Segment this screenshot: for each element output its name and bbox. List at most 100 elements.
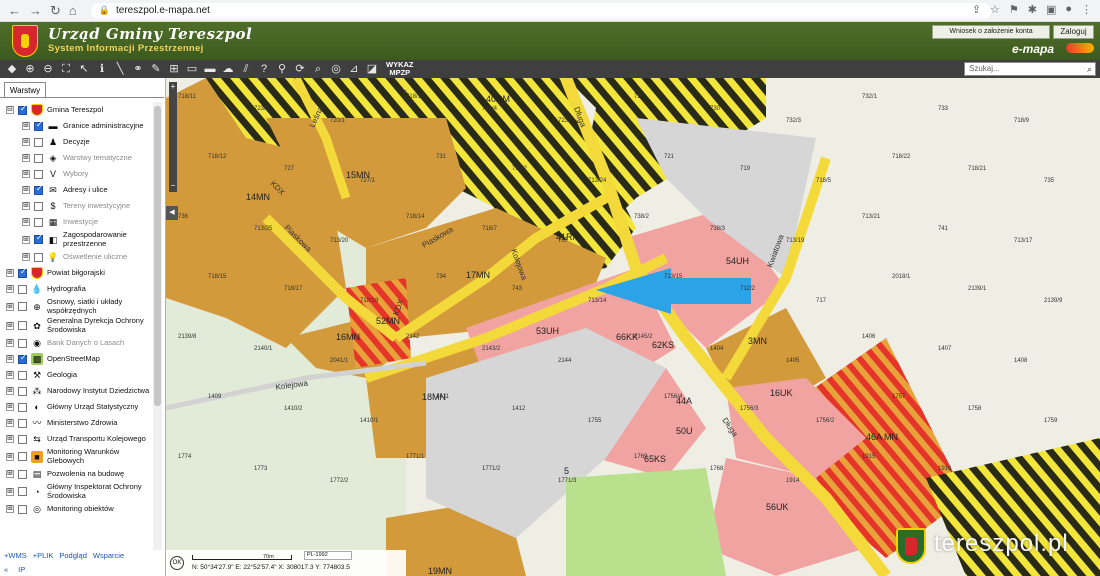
search-map-icon[interactable]: ⌕ (310, 61, 326, 77)
zoom-out-icon[interactable]: ⊖ (40, 61, 56, 77)
layer-row[interactable]: ⊞ ⚒ Geologia (0, 367, 152, 383)
wykaz-mpzp-button[interactable]: WYKAZ MPZP (386, 61, 414, 77)
expand-toggle-icon[interactable]: ⊞ (22, 154, 30, 162)
layer-checkbox[interactable] (18, 504, 27, 514)
bookmark-star-icon[interactable]: ☆ (990, 3, 1000, 16)
layer-checkbox[interactable] (18, 452, 27, 461)
layer-checkbox[interactable] (18, 469, 27, 479)
address-bar[interactable]: 🔒 tereszpol.e-mapa.net (90, 2, 991, 19)
layer-row[interactable]: ⊞ 〰 Ministerstwo Zdrowia (0, 415, 152, 431)
layer-row[interactable]: ⊞ ⇆ Urząd Transportu Kolejowego (0, 431, 152, 447)
scrollbar-thumb[interactable] (154, 106, 161, 406)
layer-row[interactable]: ⊞ ■ Monitoring Warunków Glebowych (0, 447, 152, 466)
expand-toggle-icon[interactable]: ⊞ (22, 202, 30, 210)
layers-icon[interactable]: ◆ (4, 61, 20, 77)
expand-toggle-icon[interactable]: ⊞ (6, 387, 14, 395)
layer-row[interactable]: ⊞ ▬ Granice administracyjne (0, 118, 152, 134)
layer-row[interactable]: ⊞ ◧ Zagospodarowanie przestrzenne (0, 230, 152, 249)
layer-checkbox[interactable] (18, 386, 27, 396)
expand-toggle-icon[interactable]: ⊞ (6, 452, 14, 461)
layer-row[interactable]: ⊞ ✉ Adresy i ulice (0, 182, 152, 198)
location-pin-icon[interactable]: ⚲ (274, 61, 290, 77)
expand-toggle-icon[interactable]: ⊞ (22, 235, 30, 244)
layer-checkbox[interactable] (34, 153, 43, 163)
layer-checkbox[interactable] (34, 217, 43, 227)
layer-checkbox[interactable] (34, 201, 43, 211)
zoom-track[interactable] (169, 91, 177, 181)
sidepanel-icon[interactable]: ▣ (1046, 3, 1056, 16)
zoom-in-icon[interactable]: ⊕ (22, 61, 38, 77)
expand-toggle-icon[interactable]: ⊞ (6, 505, 14, 513)
layer-checkbox[interactable] (18, 418, 27, 428)
layer-checkbox[interactable] (18, 321, 27, 330)
layer-checkbox[interactable] (18, 402, 27, 412)
share-icon[interactable]: ⇪ (972, 3, 981, 16)
crs-select[interactable]: PL-1992 (304, 551, 352, 560)
layer-row[interactable]: ⊞ ◈ Warstwy tematyczne (0, 150, 152, 166)
full-extent-icon[interactable]: ⛶ (58, 61, 74, 77)
layer-row[interactable]: ⊞ 💡 Oświetlenie uliczne (0, 249, 152, 265)
expand-toggle-icon[interactable]: ⊞ (6, 419, 14, 427)
map-view[interactable]: 40RM 15MN 14MN 17MN 41RM 52MN 16MN 53UH 66KK 62KS… (166, 78, 1100, 576)
layer-checkbox[interactable] (18, 302, 27, 311)
request-account-button[interactable]: Wniosek o założenie konta (932, 25, 1050, 39)
layer-checkbox[interactable] (18, 487, 27, 496)
expand-toggle-icon[interactable]: ⊞ (22, 170, 30, 178)
expand-toggle-icon[interactable]: ⊞ (6, 371, 14, 379)
back-icon[interactable]: ← (8, 3, 21, 19)
extensions-icon[interactable]: ✱ (1028, 3, 1037, 16)
kebab-menu-icon[interactable]: ⋮ (1081, 3, 1092, 16)
zoom-out-button[interactable]: − (169, 181, 177, 190)
expand-toggle-icon[interactable]: ⊞ (6, 487, 14, 496)
zoom-in-button[interactable]: + (169, 82, 177, 91)
layer-checkbox[interactable] (18, 267, 27, 278)
footer-link[interactable]: +WMS (4, 551, 27, 560)
map-canvas[interactable]: 40RM15MN14MN17MN41RM52MN16MN53UH66KK62KS… (166, 78, 1100, 576)
magnifier-icon[interactable]: ⌕ (1087, 63, 1092, 75)
footer-link[interactable]: IP (18, 565, 25, 574)
cloud-icon[interactable]: ☁ (220, 61, 236, 77)
layer-checkbox[interactable] (18, 284, 27, 294)
layer-row[interactable]: ⊞ ◔ Główny Inspektorat Ochrony Środowiska (0, 482, 152, 501)
collapse-panel-button[interactable]: ◀ (166, 206, 178, 220)
layer-checkbox[interactable] (18, 434, 27, 444)
expand-toggle-icon[interactable]: ⊞ (6, 355, 14, 363)
layer-row[interactable]: ⊞ ▩ OpenStreetMap (0, 351, 152, 367)
layer-checkbox[interactable] (34, 137, 43, 147)
layer-row[interactable]: ⊞ 💧 Hydrografia (0, 281, 152, 297)
layer-checkbox[interactable] (34, 169, 43, 179)
panel-icon[interactable]: ▬ (202, 61, 218, 77)
help-icon[interactable]: ? (256, 61, 272, 77)
link-icon[interactable]: ⚭ (130, 61, 146, 77)
layer-checkbox[interactable] (34, 252, 43, 262)
zoom-slider[interactable]: + − (169, 82, 177, 192)
tab-layers[interactable]: Warstwy (4, 82, 46, 98)
layer-checkbox[interactable] (34, 120, 43, 131)
expand-toggle-icon[interactable]: ⊞ (22, 186, 30, 194)
layer-row[interactable]: ⊞ Powiat biłgorajski (0, 265, 152, 281)
layer-checkbox[interactable] (18, 370, 27, 380)
expand-toggle-icon[interactable]: ⊞ (6, 339, 14, 347)
expand-toggle-icon[interactable]: ⊞ (22, 253, 30, 261)
footer-link[interactable]: Podgląd (59, 551, 87, 560)
expand-toggle-icon[interactable]: ⊞ (22, 218, 30, 226)
layer-checkbox[interactable] (18, 353, 27, 364)
layer-tree-scrollbar[interactable] (153, 102, 162, 550)
triangle-icon[interactable]: ⊿ (346, 61, 362, 77)
home-icon[interactable]: ⌂ (69, 3, 77, 19)
expand-toggle-icon[interactable]: ⊞ (6, 470, 14, 478)
no-entry-icon[interactable]: ◪ (364, 61, 380, 77)
expand-toggle-icon[interactable]: ⊞ (6, 321, 14, 330)
footer-link[interactable]: +PLIK (33, 551, 54, 560)
login-button[interactable]: Zaloguj (1053, 25, 1094, 39)
layer-row[interactable]: ⊞ ⁂ Narodowy Instytut Dziedzictwa (0, 383, 152, 399)
layer-checkbox[interactable] (34, 233, 43, 244)
layer-row[interactable]: ⊞ ▤ Pozwolenia na budowę (0, 466, 152, 482)
target-icon[interactable]: ◎ (328, 61, 344, 77)
expand-toggle-icon[interactable]: ⊞ (6, 285, 14, 293)
edit-icon[interactable]: ✎ (148, 61, 164, 77)
ok-button[interactable]: OK (170, 556, 184, 570)
info-icon[interactable]: ℹ (94, 61, 110, 77)
layer-row[interactable]: ⊞ $ Tereny inwestycyjne (0, 198, 152, 214)
expand-toggle-icon[interactable]: ⊞ (22, 138, 30, 146)
